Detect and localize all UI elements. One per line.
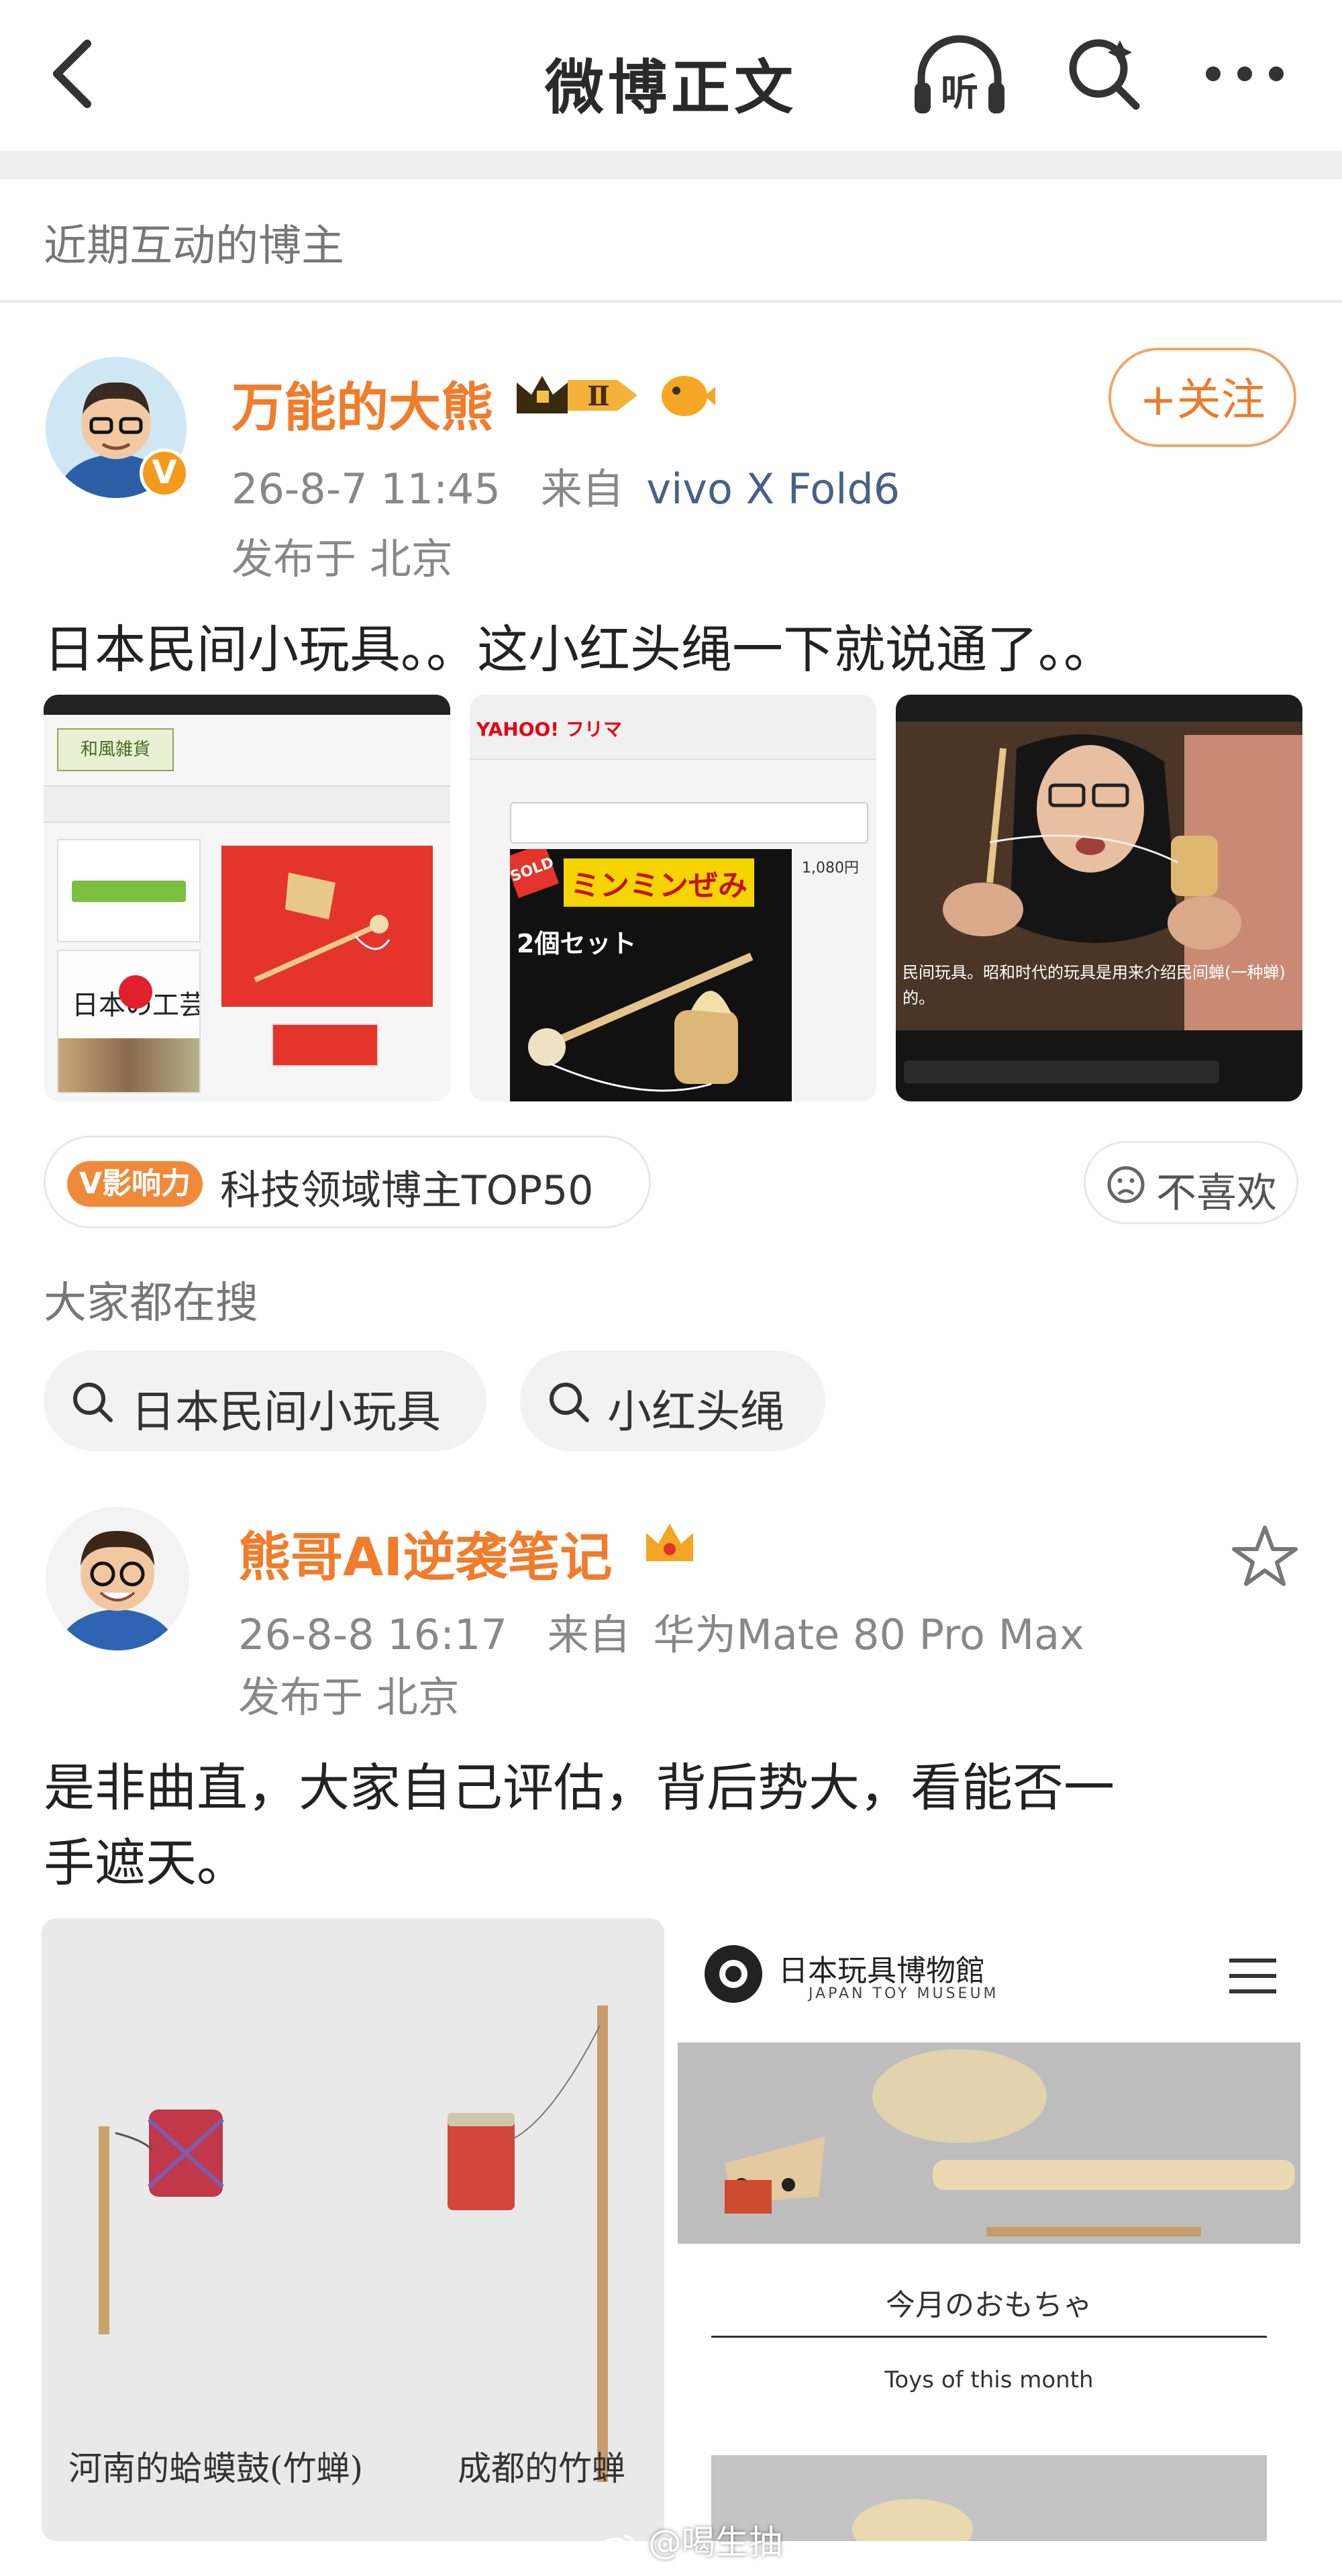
post-text-line: 是非曲直，大家自己评估，背后势大，看能否一 [44,1758,1115,1818]
fish-emoji-icon [656,368,717,423]
divider [0,300,1342,303]
dislike-label: 不喜欢 [1156,1170,1277,1217]
timestamp: 26-8-8 16:17 [238,1610,507,1659]
video-subtitle: 民间玩具。昭和时代的玩具是用来介绍民间蝉(一种蝉)的。 [902,963,1286,1007]
post-image-1[interactable]: 和風雑貨 日本の工芸品 [44,695,450,1101]
favorite-star-icon[interactable] [1231,1524,1298,1588]
sold-badge: SOLD [510,849,560,899]
timestamp: 26-8-7 11:45 [231,464,501,513]
museum-section-en: Toys of this month [884,2367,1094,2393]
listen-headphone-icon[interactable]: 听 [909,30,1010,117]
post-image-3[interactable]: 民间玩具。昭和时代的玩具是用来介绍民间蝉(一种蝉)的。 [896,695,1302,1101]
section-separator [0,151,1342,179]
verified-v-badge-icon: V [140,448,189,498]
source-label: 来自 [540,464,624,513]
search-icon[interactable] [1064,34,1144,114]
museum-section-jp: 今月のおもちゃ [886,2288,1092,2322]
weibo-logo-icon [597,2530,637,2561]
price-text: 1,080円 [802,860,859,877]
more-options-icon[interactable] [1201,60,1288,87]
sad-face-icon [1106,1165,1146,1205]
search-chip[interactable]: 小红头绳 [520,1350,825,1451]
author-name[interactable]: 熊哥AI逆袭笔记 [238,1516,612,1591]
dislike-button[interactable]: 不喜欢 [1084,1141,1298,1224]
search-chip-label: 日本民间小玩具 [131,1386,441,1438]
handwritten-caption: 河南的蛤蟆鼓(竹蝉) [68,2449,364,2488]
search-chip-label: 小红头绳 [607,1386,784,1438]
svg-text:听: 听 [941,71,978,115]
location: 发布于 北京 [231,534,453,583]
post-text-line: 手遮天。 [44,1833,248,1893]
post-image-2[interactable]: YAHOO! フリマ SOLD ミンミンぜみ 2個セット 1,080円 [470,695,876,1101]
museum-title: 日本玩具博物館 [778,1954,985,1988]
search-icon [70,1380,115,1424]
museum-logo-icon [705,1945,762,2003]
influence-text: 科技领域博主TOP50 [220,1167,594,1214]
watermark-text: @喝生抽 [648,2523,782,2562]
device-name[interactable]: 华为Mate 80 Pro Max [653,1610,1084,1659]
shop-logo: 和風雑貨 [57,728,174,771]
post-meta: 26-8-7 11:45 来自 vivo X Fold6 [231,455,900,515]
section-label: 近期互动的博主 [44,221,344,271]
source-label: 来自 [547,1610,631,1659]
avatar[interactable] [46,1507,189,1650]
post-meta: 26-8-8 16:17 来自 华为Mate 80 Pro Max [238,1601,1084,1661]
influence-pill[interactable]: V影响力 科技领域博主TOP50 [44,1136,651,1228]
influence-badge: V影响力 [67,1161,203,1207]
handwritten-caption: 成都的竹蝉 [458,2449,625,2488]
search-chip[interactable]: 日本民间小玩具 [44,1350,486,1451]
crown-level-badge-icon: Ⅱ [510,368,651,423]
search-icon [547,1380,591,1424]
post-image-1[interactable]: 河南的蛤蟆鼓(竹蝉) 成都的竹蝉 [42,1918,664,2541]
post-text: 日本民间小玩具。。这小红头绳一下就说通了。。 [44,620,1115,679]
product-title: ミンミンぜみ [564,858,754,907]
post-image-2[interactable]: 日本玩具博物館 JAPAN TOY MUSEUM 今月のおもちゃ Toys of… [678,1918,1300,2541]
watermark: @喝生抽 [597,2516,782,2564]
follow-button[interactable]: +关注 [1108,348,1296,447]
hamburger-menu-icon[interactable] [1229,1957,1276,1995]
svg-text:Ⅱ: Ⅱ [587,381,610,412]
yahoo-logo: YAHOO! フリマ [476,718,622,740]
museum-subtitle: JAPAN TOY MUSEUM [809,1985,999,2002]
post-text: 是非曲直，大家自己评估，背后势大，看能否一 手遮天。 [44,1750,1319,1901]
trending-label: 大家都在搜 [44,1279,258,1328]
device-name[interactable]: vivo X Fold6 [646,464,900,513]
crown-badge-icon [641,1517,699,1571]
location: 发布于 北京 [238,1673,460,1722]
author-name[interactable]: 万能的大熊 [231,366,493,441]
